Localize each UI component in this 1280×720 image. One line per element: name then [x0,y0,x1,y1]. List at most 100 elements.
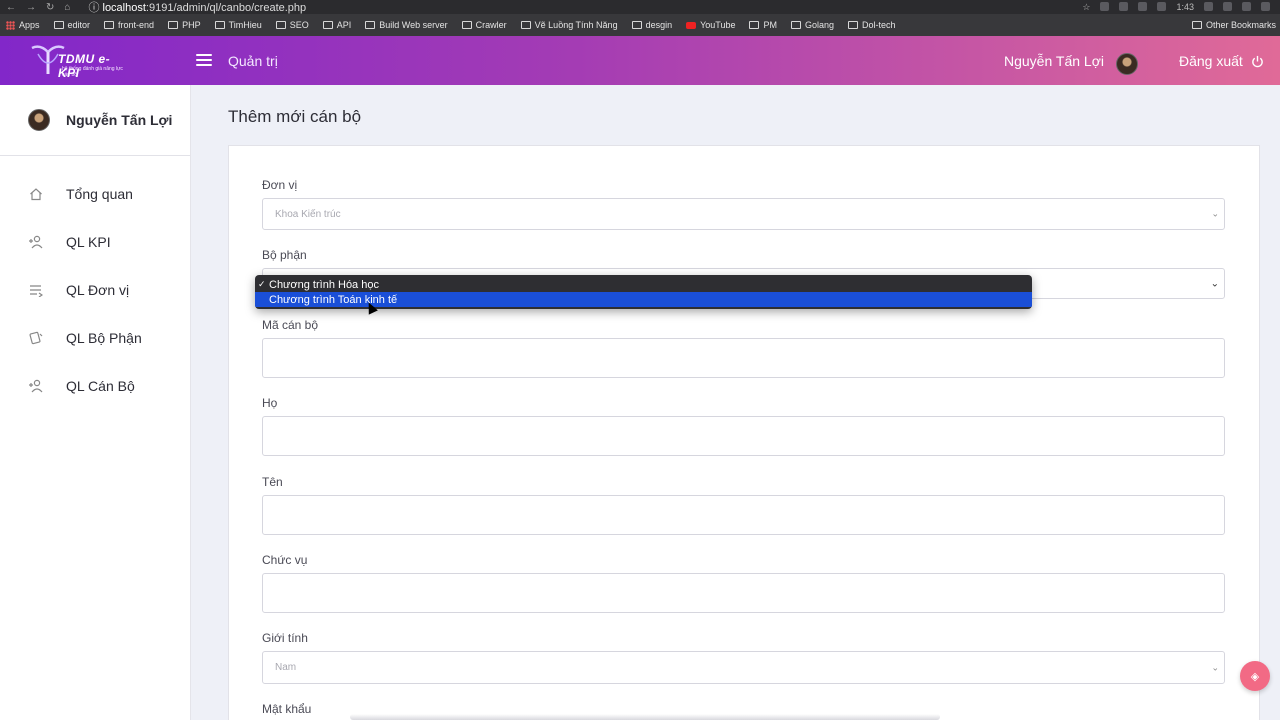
home-icon[interactable]: ⌂ [64,2,70,13]
bookmark-folder[interactable]: Golang [790,20,834,30]
bookmark-folder[interactable]: Build Web server [365,20,448,30]
folder-icon [461,21,472,29]
bookmark-folder[interactable]: desgin [631,20,672,30]
folder-icon [631,21,642,29]
folder-icon [520,21,531,29]
sidebar-item-ql-don-vi[interactable]: QL Đơn vị [0,266,190,314]
theme-customizer-button[interactable]: ◈ [1240,661,1270,691]
header-user-name[interactable]: Nguyễn Tấn Lợi [1004,53,1104,69]
back-icon[interactable]: ← [6,2,16,13]
user-add-icon [28,234,44,250]
sidebar-item-tong-quan[interactable]: Tổng quan [0,170,190,218]
bottom-overlay [350,714,940,720]
list-icon [28,282,44,298]
sidebar-item-ql-kpi[interactable]: QL KPI [0,218,190,266]
url-path: :9191/admin/ql/canbo/create.php [145,2,307,14]
avatar[interactable] [28,109,50,131]
dropdown-option[interactable]: ✓ Chương trình Hóa học [255,277,1032,292]
sidebar-item-label: QL Bộ Phận [66,330,142,346]
star-icon[interactable]: ☆ [1082,2,1090,13]
ma-can-bo-input[interactable] [262,338,1225,378]
extension-icon[interactable] [1138,1,1148,11]
sidebar-user-name: Nguyễn Tấn Lợi [66,112,173,128]
user-add-icon [28,378,44,394]
bookmark-folder[interactable]: Crawler [461,20,507,30]
sidebar-item-ql-can-bo[interactable]: QL Cán Bộ [0,362,190,410]
info-icon: ⓘ [88,2,103,14]
folder-icon [1191,21,1202,29]
gioi-tinh-select[interactable]: Nam ⌄ [262,651,1225,684]
bookmark-folder[interactable]: Vẽ Luồng Tính Năng [520,20,618,30]
extension-icon[interactable] [1119,1,1129,11]
page-title: Thêm mới cán bộ [228,107,362,126]
bookmark-folder[interactable]: TimHieu [214,20,262,30]
folder-icon [53,21,64,29]
folder-icon [365,21,376,29]
logo[interactable]: TDMU e-KPI hệ thống đánh giá năng lực cá… [28,42,128,80]
bookmark-folder[interactable]: API [322,20,351,30]
bookmark-folder[interactable]: PHP [168,20,201,30]
ten-label: Tên [262,475,283,489]
bookmark-folder[interactable]: SEO [275,20,309,30]
bookmark-apps[interactable]: Apps [6,20,40,30]
profile-icon[interactable] [1261,1,1270,11]
gioi-tinh-label: Giới tính [262,631,308,645]
sidebar-item-label: QL KPI [66,234,111,250]
extension-icon[interactable] [1100,1,1110,11]
paint-bucket-icon: ◈ [1250,670,1260,683]
option-label: Chương trình Hóa học [269,278,379,291]
extension-badge[interactable]: 1:43 [1176,2,1194,13]
sidebar-item-label: QL Cán Bộ [66,378,135,394]
extension-icon[interactable] [1223,1,1232,11]
bookmark-folder[interactable]: front-end [104,20,154,30]
folder-icon [168,21,179,29]
url-host: localhost [102,2,146,14]
sidebar-item-label: Tổng quan [66,186,133,202]
chevron-down-icon: ⌄ [1210,278,1219,289]
youtube-icon [686,21,697,29]
url-field[interactable]: ⓘ localhost:9191/admin/ql/canbo/create.p… [88,0,306,15]
bo-phan-label: Bộ phận [262,248,307,262]
mat-khau-label: Mật khẩu [262,702,312,716]
app-header: TDMU e-KPI hệ thống đánh giá năng lực cá… [0,36,1280,85]
gioi-tinh-value: Nam [275,662,297,673]
don-vi-label: Đơn vị [262,178,298,192]
option-label: Chương trình Toán kinh tế [269,293,398,306]
reload-icon[interactable]: ↻ [46,2,54,13]
folder-icon [848,21,859,29]
badge-icon [28,330,44,346]
checkmark-icon: ✓ [258,279,266,289]
forward-icon[interactable]: → [26,2,36,13]
hamburger-menu-icon[interactable] [196,54,212,66]
folder-icon [322,21,333,29]
don-vi-select[interactable]: Khoa Kiến trúc ⌄ [262,198,1225,230]
folder-icon [104,21,115,29]
extension-icon[interactable] [1204,1,1213,11]
sidebar-nav: Tổng quan QL KPI QL Đơn vị QL Bộ Phận QL… [0,156,190,410]
other-bookmarks[interactable]: Other Bookmarks [1191,20,1276,30]
folder-icon [790,21,801,29]
bookmark-youtube[interactable]: YouTube [686,20,735,30]
logout-label: Đăng xuất [1179,53,1243,69]
extension-icon[interactable] [1157,1,1167,11]
extensions-bar: ☆ 1:43 [1082,1,1280,13]
home-icon [28,186,44,202]
folder-icon [749,21,760,29]
ho-label: Họ [262,396,278,410]
sidebar-item-ql-bo-phan[interactable]: QL Bộ Phận [0,314,190,362]
ho-input[interactable] [262,416,1225,456]
logout-button[interactable]: Đăng xuất [1179,53,1264,69]
don-vi-value: Khoa Kiến trúc [275,208,341,220]
chuc-vu-input[interactable] [262,573,1225,613]
header-avatar[interactable] [1116,53,1138,75]
power-icon [1252,55,1263,67]
puzzle-icon[interactable] [1242,1,1251,11]
bookmark-folder[interactable]: Dol-tech [848,20,896,30]
ma-can-bo-label: Mã cán bộ [262,318,319,332]
ten-input[interactable] [262,495,1225,535]
chevron-down-icon: ⌄ [1211,208,1219,219]
browser-address-bar: ← → ↻ ⌂ ⓘ localhost:9191/admin/ql/canbo/… [0,0,1280,14]
bookmark-folder[interactable]: PM [749,20,777,30]
bookmark-folder[interactable]: editor [53,20,90,30]
sidebar-user: Nguyễn Tấn Lợi [0,85,190,156]
